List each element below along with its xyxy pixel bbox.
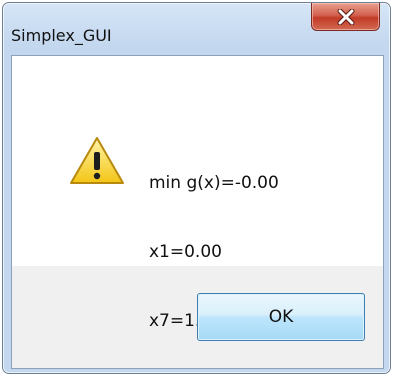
message-line: x1=0.00 — [149, 242, 222, 262]
dialog-window: Simplex_GUI min g(x)=-0.00 x1=0.00 x7=1.… — [2, 2, 391, 374]
warning-icon — [69, 136, 125, 186]
close-icon — [312, 3, 379, 30]
message-line: min g(x)=-0.00 — [149, 173, 279, 193]
dialog-client-area: min g(x)=-0.00 x1=0.00 x7=1.50 OK — [11, 55, 384, 369]
close-button[interactable] — [311, 3, 380, 31]
ok-button[interactable]: OK — [197, 293, 365, 341]
window-title: Simplex_GUI — [11, 26, 112, 45]
message-area: min g(x)=-0.00 x1=0.00 x7=1.50 — [12, 56, 383, 331]
message-text: min g(x)=-0.00 x1=0.00 x7=1.50 — [149, 126, 279, 379]
